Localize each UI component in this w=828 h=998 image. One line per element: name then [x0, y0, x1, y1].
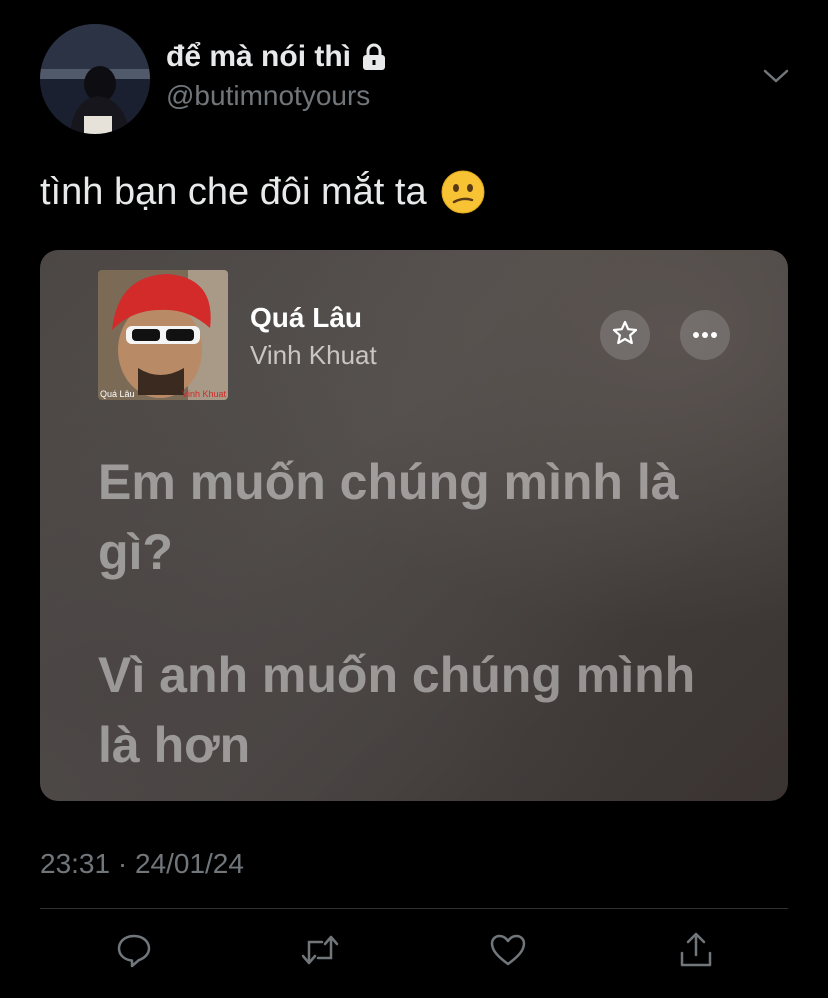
favorite-button[interactable] [600, 310, 650, 360]
heart-icon [489, 932, 527, 973]
reply-icon [116, 932, 152, 973]
like-button[interactable] [488, 932, 528, 972]
retweet-button[interactable] [300, 932, 340, 972]
retweet-icon [300, 932, 340, 973]
reply-button[interactable] [114, 932, 154, 972]
lyric-line: Em muốn chúng mình là gì? [98, 454, 679, 580]
music-lyrics-card[interactable]: Quá Lâu Vinh Khuat Quá Lâu Vinh Khuat Em… [40, 250, 788, 801]
avatar[interactable] [40, 24, 150, 134]
lyric-line: Vì anh muốn chúng mình là hơn [98, 647, 696, 773]
song-artist[interactable]: Vinh Khuat [250, 340, 377, 371]
lock-icon [361, 43, 387, 71]
tweet-text: tình bạn che đôi mắt ta [40, 170, 485, 214]
album-art[interactable]: Quá Lâu Vinh Khuat [98, 270, 228, 400]
author-display-name[interactable]: để mà nói thì [166, 40, 387, 74]
chevron-down-icon[interactable] [762, 66, 790, 86]
confused-face-emoji-icon [441, 170, 485, 214]
share-icon [678, 931, 714, 974]
author-handle[interactable]: @butimnotyours [166, 80, 370, 112]
tweet-timestamp[interactable]: 23:31 · 24/01/24 [40, 848, 244, 880]
album-art-caption-title: Quá Lâu [100, 389, 135, 399]
share-button[interactable] [676, 932, 716, 972]
more-options-button[interactable] [680, 310, 730, 360]
star-icon [611, 319, 639, 352]
album-art-caption-artist: Vinh Khuat [182, 389, 226, 399]
more-options-icon [691, 326, 719, 344]
song-title[interactable]: Quá Lâu [250, 302, 362, 334]
tweet-text-content: tình bạn che đôi mắt ta [40, 170, 427, 213]
divider [40, 908, 788, 909]
author-display-name-text: để mà nói thì [166, 40, 352, 73]
